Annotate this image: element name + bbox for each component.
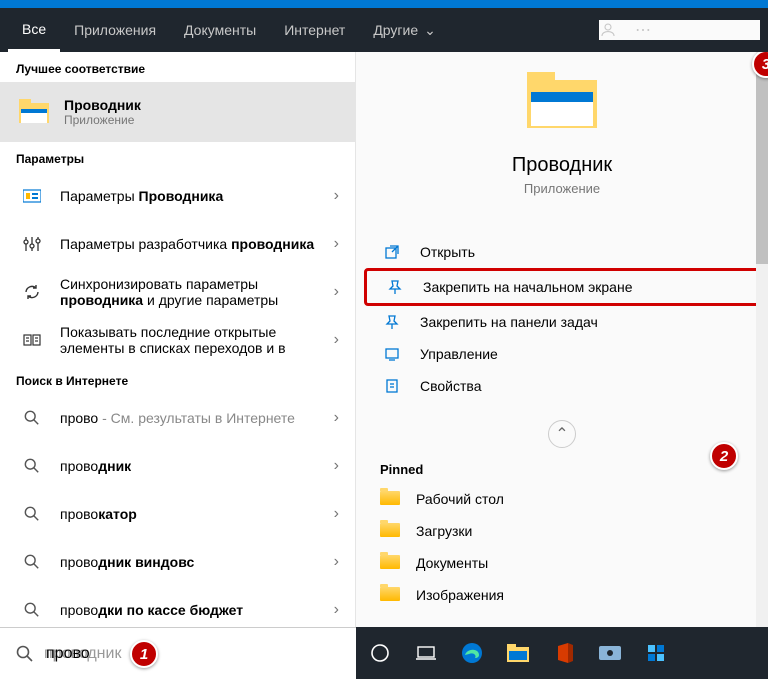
scrollbar[interactable] (756, 52, 768, 627)
annotation-badge-1: 1 (130, 640, 158, 668)
result-web-2[interactable]: провокатор› (0, 490, 355, 538)
tab-apps[interactable]: Приложения (60, 8, 170, 52)
open-icon (382, 244, 402, 260)
settings-taskbar-icon[interactable] (598, 641, 622, 665)
pinned-header: Pinned (356, 456, 768, 483)
action-properties[interactable]: Свойства (364, 370, 760, 402)
results-panel: Лучшее соответствие Проводник Приложение… (0, 52, 356, 627)
search-input[interactable] (46, 645, 340, 663)
chevron-right-icon: › (334, 409, 339, 427)
action-pin-taskbar[interactable]: Закрепить на панели задач (364, 306, 760, 338)
edge-icon[interactable] (460, 641, 484, 665)
app-icon[interactable] (644, 641, 668, 665)
action-open[interactable]: Открыть (364, 236, 760, 268)
search-icon (16, 594, 48, 626)
settings-icon (16, 180, 48, 212)
result-title: Проводник (64, 97, 339, 113)
section-web: Поиск в Интернете (0, 364, 355, 394)
chevron-right-icon: › (334, 187, 339, 205)
action-manage[interactable]: Управление (364, 338, 760, 370)
search-icon (16, 498, 48, 530)
more-icon[interactable]: ⋯ (635, 20, 651, 40)
chevron-right-icon: › (334, 235, 339, 253)
folder-icon (380, 491, 400, 507)
dev-settings-icon (16, 228, 48, 260)
chevron-right-icon: › (334, 283, 339, 301)
section-settings: Параметры (0, 142, 355, 172)
manage-icon (382, 346, 402, 362)
pinned-item-2[interactable]: Документы (356, 547, 768, 579)
result-settings-3[interactable]: Показывать последние открытые элементы в… (0, 316, 355, 364)
taskview-icon[interactable] (414, 641, 438, 665)
details-subtitle: Приложение (356, 181, 768, 196)
chevron-down-icon: ⌄ (424, 22, 436, 39)
annotation-badge-2: 2 (710, 442, 738, 470)
result-web-1[interactable]: проводник› (0, 442, 355, 490)
result-top-explorer[interactable]: Проводник Приложение (0, 82, 355, 142)
properties-icon (382, 378, 402, 394)
chevron-right-icon: › (334, 457, 339, 475)
explorer-icon (16, 94, 52, 130)
search-icon (16, 645, 34, 663)
chevron-right-icon: › (334, 505, 339, 523)
result-settings-1[interactable]: Параметры разработчика проводника › (0, 220, 355, 268)
folder-icon (380, 555, 400, 571)
section-best-match: Лучшее соответствие (0, 52, 355, 82)
result-web-4[interactable]: проводки по кассе бюджет› (0, 586, 355, 627)
search-icon (16, 450, 48, 482)
details-title: Проводник (356, 154, 768, 177)
pinned-item-1[interactable]: Загрузки (356, 515, 768, 547)
result-web-0[interactable]: прово - См. результаты в Интернете› (0, 394, 355, 442)
pinned-item-3[interactable]: Изображения (356, 579, 768, 611)
result-subtitle: Приложение (64, 113, 339, 127)
pin-taskbar-icon (382, 314, 402, 330)
chevron-right-icon: › (334, 553, 339, 571)
chevron-right-icon: › (334, 331, 339, 349)
tab-docs[interactable]: Документы (170, 8, 270, 52)
search-tabs: Все Приложения Документы Интернет Другие… (0, 8, 768, 52)
search-icon (16, 402, 48, 434)
jumplist-icon (16, 324, 48, 356)
result-settings-0[interactable]: Параметры Проводника › (0, 172, 355, 220)
folder-icon (380, 523, 400, 539)
search-icon (16, 546, 48, 578)
result-web-3[interactable]: проводник виндовс› (0, 538, 355, 586)
tab-more[interactable]: Другие⌄ (359, 8, 450, 52)
tab-internet[interactable]: Интернет (270, 8, 359, 52)
taskbar (356, 627, 768, 679)
collapse-button[interactable]: ⌃ (548, 420, 576, 448)
search-box[interactable]: проводник 1 (0, 627, 356, 679)
explorer-taskbar-icon[interactable] (506, 641, 530, 665)
feedback-icon[interactable] (599, 21, 617, 39)
chevron-right-icon: › (334, 601, 339, 619)
office-icon[interactable] (552, 641, 576, 665)
pin-icon (385, 279, 405, 295)
folder-icon (380, 587, 400, 603)
tab-all[interactable]: Все (8, 8, 60, 52)
explorer-large-icon (527, 72, 597, 142)
result-settings-2[interactable]: Синхронизировать параметры проводника и … (0, 268, 355, 316)
pinned-item-0[interactable]: Рабочий стол (356, 483, 768, 515)
cortana-icon[interactable] (368, 641, 392, 665)
sync-icon (16, 276, 48, 308)
details-panel: Проводник Приложение Открыть Закрепить н… (356, 52, 768, 627)
action-pin-start[interactable]: Закрепить на начальном экране 3 (364, 268, 760, 306)
